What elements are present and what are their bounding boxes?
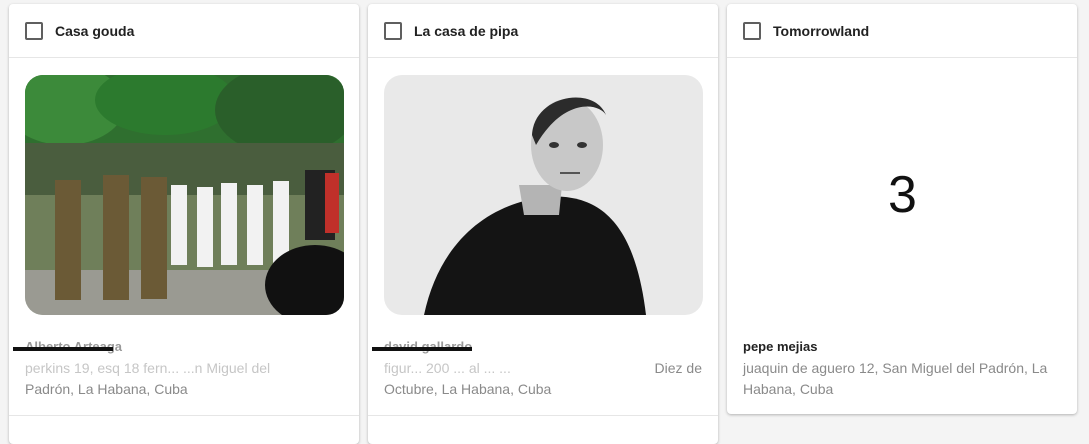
card-title: Casa gouda	[55, 22, 135, 39]
contact-name: Alberto Arteaga	[13, 339, 122, 354]
contact-photo	[384, 75, 703, 315]
select-checkbox[interactable]	[25, 21, 43, 40]
address: figur... 200 ... al ... ... Diez de Octu…	[384, 360, 702, 397]
card-title: Tomorrowland	[773, 22, 870, 39]
address: perkins 19, esq 18 fern... ...n Miguel d…	[25, 360, 271, 397]
venue-photo	[25, 75, 344, 315]
contact-name: david gallardo	[372, 339, 472, 354]
select-checkbox[interactable]	[384, 21, 402, 40]
address: juaquin de aguero 12, San Miguel del Pad…	[743, 360, 1048, 397]
divider	[9, 415, 359, 416]
venue-card[interactable]: Casa gouda Alberto Arteaga perkins 19, e…	[9, 4, 359, 444]
card-header: La casa de pipa	[368, 4, 718, 58]
select-checkbox[interactable]	[743, 21, 761, 40]
venue-card[interactable]: Tomorrowland 3 pepe mejias juaquin de ag…	[727, 4, 1077, 414]
card-header: Tomorrowland	[727, 4, 1077, 58]
divider	[368, 415, 718, 416]
contact-name: pepe mejias	[743, 339, 818, 354]
card-title: La casa de pipa	[414, 22, 519, 39]
card-number: 3	[888, 166, 917, 224]
venue-card[interactable]: La casa de pipa david gallardo figur... …	[368, 4, 718, 444]
card-header: Casa gouda	[9, 4, 359, 58]
